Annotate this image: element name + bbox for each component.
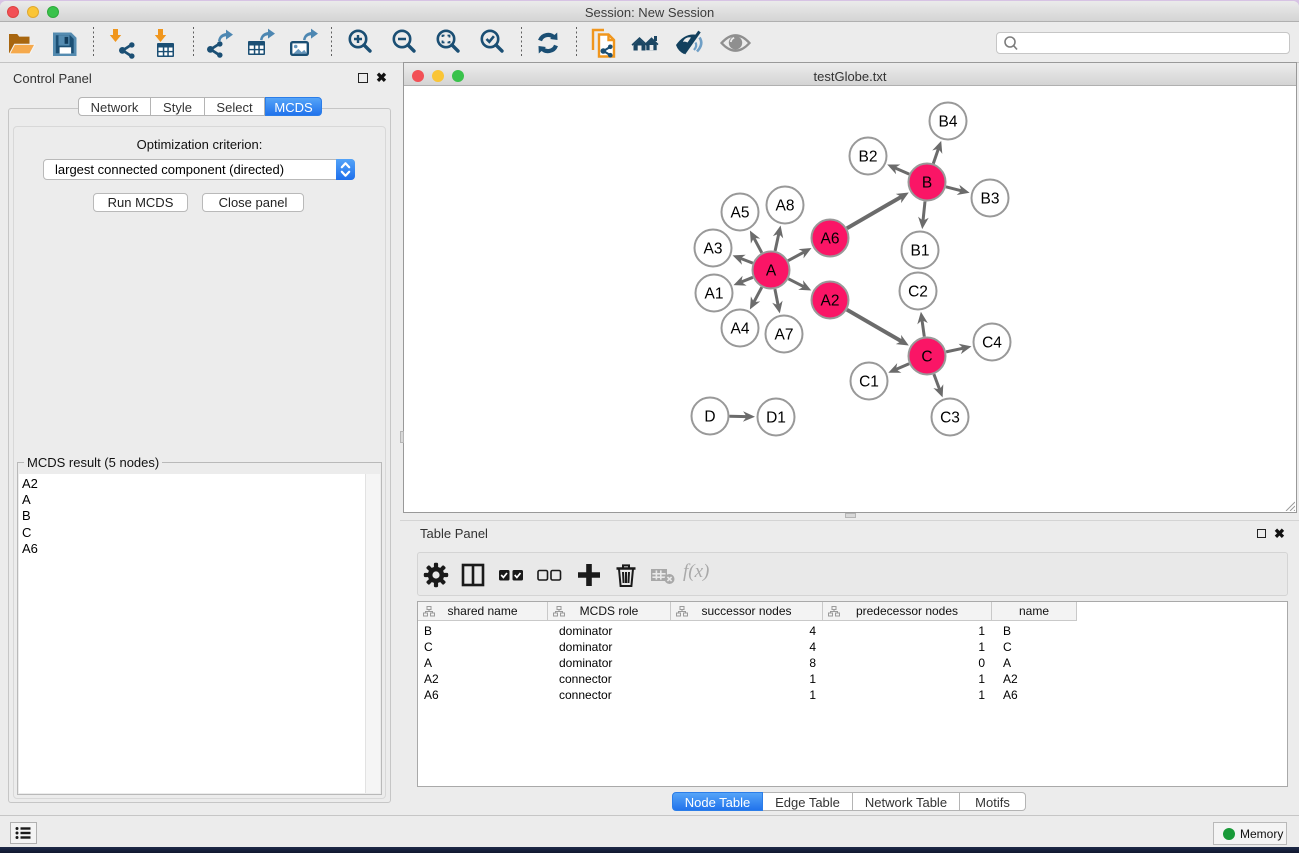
svg-text:A5: A5 (731, 205, 750, 222)
svg-text:A2: A2 (821, 293, 840, 310)
svg-text:C: C (921, 349, 932, 366)
svg-text:B2: B2 (859, 149, 878, 166)
svg-text:A4: A4 (731, 321, 750, 338)
svg-text:C1: C1 (859, 374, 879, 391)
svg-text:B4: B4 (939, 114, 958, 131)
svg-text:D: D (704, 409, 715, 426)
svg-text:C4: C4 (982, 335, 1002, 352)
svg-text:D1: D1 (766, 410, 786, 427)
svg-text:B1: B1 (911, 243, 930, 260)
svg-text:C2: C2 (908, 284, 928, 301)
svg-text:A8: A8 (776, 198, 795, 215)
svg-text:A7: A7 (775, 327, 794, 344)
svg-text:A1: A1 (705, 286, 724, 303)
svg-text:C3: C3 (940, 410, 960, 427)
svg-text:A6: A6 (821, 231, 840, 248)
svg-text:B3: B3 (981, 191, 1000, 208)
svg-text:A3: A3 (704, 241, 723, 258)
svg-text:B: B (922, 175, 932, 192)
svg-text:A: A (766, 263, 777, 280)
